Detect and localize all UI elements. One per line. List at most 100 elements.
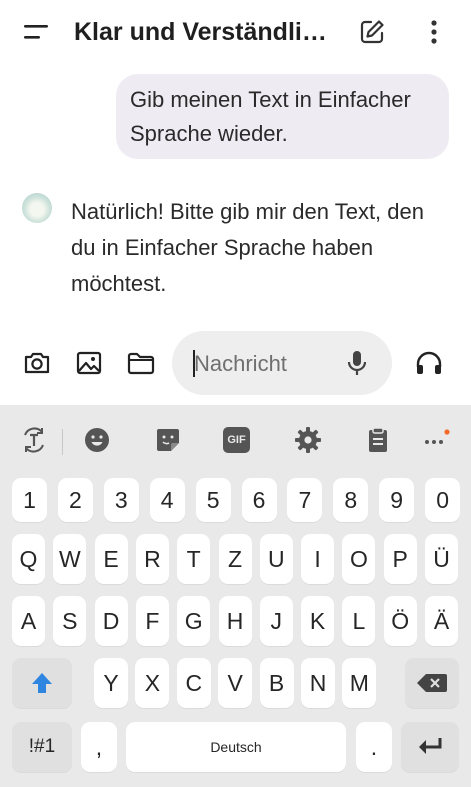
enter-icon <box>419 738 442 754</box>
key-z[interactable]: Z <box>218 534 252 584</box>
key-a[interactable]: A <box>12 596 45 646</box>
key-r[interactable]: R <box>135 534 169 584</box>
settings-icon[interactable] <box>293 425 323 455</box>
key-7[interactable]: 7 <box>287 478 323 522</box>
shift-arrow-icon <box>32 673 52 693</box>
assistant-avatar <box>22 193 52 223</box>
key-l[interactable]: L <box>342 596 376 646</box>
key-1[interactable]: 1 <box>12 478 47 522</box>
key-label: 7 <box>298 486 312 513</box>
key-x[interactable]: X <box>135 658 170 708</box>
key-u[interactable]: U <box>259 534 293 584</box>
sticker-icon[interactable] <box>153 425 183 455</box>
key-d[interactable]: D <box>94 596 128 646</box>
key-label: 2 <box>68 486 82 513</box>
microphone-icon[interactable] <box>342 348 372 378</box>
more-tools-icon[interactable] <box>421 425 451 455</box>
key-ä[interactable]: Ä <box>425 596 458 646</box>
key-label: A <box>20 607 37 634</box>
comma-key[interactable]: , <box>81 722 117 772</box>
key-p[interactable]: P <box>383 534 417 584</box>
chat-title: Klar und Verständli… <box>74 18 327 46</box>
key-label: 0 <box>436 486 449 513</box>
key-8[interactable]: 8 <box>333 478 369 522</box>
key-label: O <box>349 545 368 572</box>
space-key[interactable]: Deutsch <box>126 722 346 772</box>
space-key-label: Deutsch <box>210 739 262 755</box>
key-k[interactable]: K <box>301 596 335 646</box>
headphones-icon[interactable] <box>414 348 444 378</box>
key-label: T <box>186 545 201 572</box>
key-y[interactable]: Y <box>94 658 128 708</box>
assistant-message-text: Natürlich! Bitte gib mir den Text, den d… <box>71 199 424 296</box>
enter-key[interactable] <box>401 722 459 772</box>
backspace-icon <box>417 674 447 692</box>
key-h[interactable]: H <box>218 596 252 646</box>
key-j[interactable]: J <box>259 596 293 646</box>
key-i[interactable]: I <box>301 534 335 584</box>
key-label: L <box>352 607 366 634</box>
key-t[interactable]: T <box>177 534 211 584</box>
key-label: X <box>144 669 161 696</box>
key-3[interactable]: 3 <box>103 478 139 522</box>
camera-icon[interactable] <box>22 348 52 378</box>
key-5[interactable]: 5 <box>195 478 231 522</box>
key-g[interactable]: G <box>177 596 211 646</box>
key-e[interactable]: E <box>94 534 128 584</box>
message-input-container[interactable] <box>172 331 392 395</box>
folder-icon[interactable] <box>126 348 156 378</box>
key-q[interactable]: Q <box>12 534 45 584</box>
more-options-icon[interactable] <box>424 18 444 46</box>
gif-icon[interactable]: GIF <box>223 427 250 453</box>
shift-key[interactable] <box>12 658 72 708</box>
key-6[interactable]: 6 <box>241 478 277 522</box>
key-b[interactable]: B <box>259 658 294 708</box>
user-message-bubble: Gib meinen Text in Einfacher Sprache wie… <box>116 74 449 159</box>
key-n[interactable]: N <box>301 658 335 708</box>
key-label: H <box>226 607 244 634</box>
text-cursor <box>193 350 195 377</box>
key-m[interactable]: M <box>342 658 377 708</box>
key-label: E <box>103 545 119 572</box>
image-icon[interactable] <box>74 348 104 378</box>
backspace-key[interactable] <box>405 658 459 708</box>
key-ü[interactable]: Ü <box>425 534 458 584</box>
key-4[interactable]: 4 <box>149 478 185 522</box>
key-s[interactable]: S <box>53 596 87 646</box>
key-0[interactable]: 0 <box>425 478 461 522</box>
key-label: 9 <box>390 486 404 513</box>
key-2[interactable]: 2 <box>57 478 93 522</box>
key-o[interactable]: O <box>342 534 376 584</box>
key-label: F <box>145 607 160 634</box>
key-w[interactable]: W <box>53 534 87 584</box>
message-input[interactable] <box>192 347 346 381</box>
key-label: G <box>184 607 203 634</box>
key-f[interactable]: F <box>135 596 169 646</box>
key-v[interactable]: V <box>218 658 253 708</box>
period-key[interactable]: . <box>356 722 392 772</box>
key-label: M <box>349 669 369 696</box>
translate-icon[interactable] <box>19 425 49 455</box>
key-label: N <box>309 669 327 696</box>
key-label: 8 <box>344 486 358 513</box>
key-ö[interactable]: Ö <box>383 596 417 646</box>
comma-key-label: , <box>95 733 103 760</box>
new-chat-icon[interactable] <box>358 18 386 46</box>
key-label: Z <box>227 545 243 572</box>
key-9[interactable]: 9 <box>379 478 415 522</box>
symbols-key[interactable]: !#1 <box>12 722 72 772</box>
key-label: Ö <box>391 607 410 634</box>
key-label: U <box>267 545 285 572</box>
clipboard-icon[interactable] <box>363 425 393 455</box>
key-label: Y <box>103 669 119 696</box>
on-screen-keyboard: GIF 1 2 3 4 5 6 7 8 9 0 QWERTZU I OPÜ ASDFGHJKLÖÄ YXCV… <box>0 405 471 787</box>
menu-icon[interactable] <box>22 22 52 42</box>
key-label: Q <box>19 545 38 572</box>
key-label: K <box>309 607 326 634</box>
emoji-icon[interactable] <box>82 425 112 455</box>
user-message-text: Gib meinen Text in Einfacher Sprache wie… <box>130 87 411 146</box>
key-label: B <box>268 669 285 696</box>
key-c[interactable]: C <box>176 658 211 708</box>
key-label: V <box>227 669 243 696</box>
key-label: 5 <box>206 486 220 513</box>
